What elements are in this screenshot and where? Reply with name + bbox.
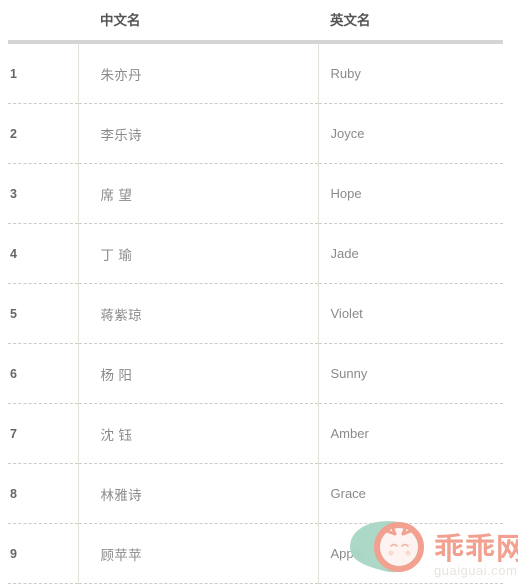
row-index: 8 [8, 463, 78, 524]
row-index: 9 [8, 523, 78, 584]
table-row: 5 蒋紫琼 Violet [8, 283, 503, 344]
table-row: 6 杨 阳 Sunny [8, 343, 503, 404]
table-row: 3 席 望 Hope [8, 163, 503, 224]
english-name-cell: Amber [317, 403, 503, 464]
english-name-cell: Hope [317, 163, 503, 224]
table-row: 2 李乐诗 Joyce [8, 103, 503, 164]
row-index: 5 [8, 283, 78, 344]
chinese-name-cell: 林雅诗 [77, 463, 318, 524]
chinese-name-cell: 沈 钰 [77, 403, 318, 464]
chinese-name-cell: 顾苹苹 [77, 523, 318, 584]
table-row: 8 林雅诗 Grace [8, 463, 503, 524]
english-name-cell: Ruby [317, 42, 503, 104]
english-name-cell: Apple [317, 523, 503, 584]
table-row: 1 朱亦丹 Ruby [8, 42, 503, 104]
chinese-name-cell: 李乐诗 [77, 103, 318, 164]
chinese-name-cell: 杨 阳 [77, 343, 318, 404]
row-index: 7 [8, 403, 78, 464]
table-header-row: 中文名 英文名 [8, 0, 503, 44]
row-index: 6 [8, 343, 78, 404]
english-name-cell: Violet [317, 283, 503, 344]
column-header-index [8, 0, 78, 44]
table-body: 1 朱亦丹 Ruby 2 李乐诗 Joyce 3 席 望 Hope 4 丁 瑜 … [8, 42, 503, 584]
chinese-name-cell: 席 望 [77, 163, 318, 224]
row-index: 2 [8, 103, 78, 164]
table-row: 7 沈 钰 Amber [8, 403, 503, 464]
row-index: 1 [8, 42, 78, 104]
english-name-cell: Joyce [317, 103, 503, 164]
name-table-container: 中文名 英文名 1 朱亦丹 Ruby 2 李乐诗 Joyce 3 席 望 Hop… [0, 0, 520, 584]
chinese-name-cell: 蒋紫琼 [77, 283, 318, 344]
column-header-chinese-name: 中文名 [78, 0, 318, 44]
chinese-english-name-table: 中文名 英文名 1 朱亦丹 Ruby 2 李乐诗 Joyce 3 席 望 Hop… [8, 0, 503, 584]
table-row: 9 顾苹苹 Apple [8, 523, 503, 584]
chinese-name-cell: 丁 瑜 [77, 223, 318, 284]
table-header: 中文名 英文名 [8, 0, 503, 44]
row-index: 3 [8, 163, 78, 224]
chinese-name-cell: 朱亦丹 [77, 42, 318, 104]
row-index: 4 [8, 223, 78, 284]
table-row: 4 丁 瑜 Jade [8, 223, 503, 284]
column-header-english-name: 英文名 [318, 0, 503, 44]
english-name-cell: Jade [317, 223, 503, 284]
english-name-cell: Sunny [317, 343, 503, 404]
english-name-cell: Grace [317, 463, 503, 524]
